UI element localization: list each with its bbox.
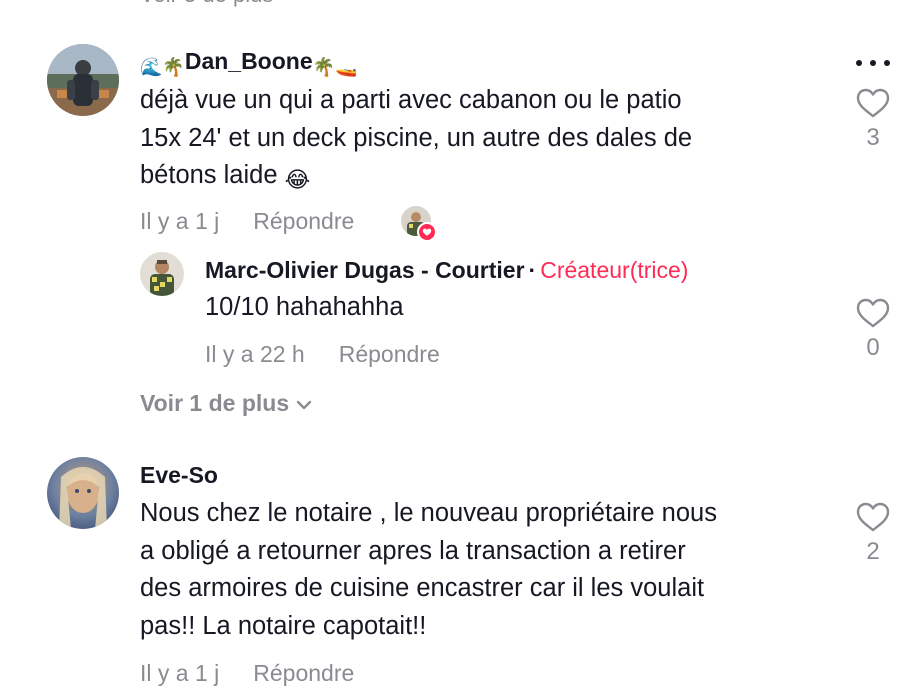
avatar[interactable] bbox=[47, 457, 119, 529]
see-more-label: Voir 1 de plus bbox=[140, 390, 290, 416]
comment-text-line: a obligé a retourner apres la transactio… bbox=[140, 536, 686, 565]
reply-username[interactable]: Marc-Olivier Dugas - Courtier bbox=[205, 257, 525, 283]
like-button[interactable]: 2 bbox=[853, 502, 893, 566]
laughing-emoji: 😂 bbox=[284, 167, 311, 192]
heart-outline-icon bbox=[856, 502, 890, 532]
username-suffix-emoji: 🌴🚤 bbox=[312, 57, 358, 77]
separator-dot: · bbox=[528, 257, 537, 283]
chevron-down-icon bbox=[296, 400, 312, 410]
like-button[interactable]: 3 bbox=[853, 88, 893, 152]
heart-outline-icon bbox=[856, 298, 890, 328]
comment-text: Nous chez le notaire , le nouveau propri… bbox=[140, 495, 717, 645]
reply-timestamp: Il y a 22 h bbox=[205, 341, 305, 367]
creator-liked-indicator bbox=[401, 206, 437, 242]
like-button[interactable]: 0 bbox=[853, 298, 893, 362]
comment-text-line: pas!! La notaire capotait!! bbox=[140, 611, 427, 640]
comment-item: 🌊🌴Dan_Boone🌴🚤 déjà vue un qui a parti av… bbox=[0, 0, 916, 440]
comment-username[interactable]: Eve-So bbox=[140, 462, 218, 489]
reply-text: 10/10 hahahahha bbox=[205, 293, 404, 321]
reply-button[interactable]: Répondre bbox=[253, 660, 354, 686]
heart-outline-icon bbox=[856, 88, 890, 118]
reply-button[interactable]: Répondre bbox=[339, 341, 440, 367]
avatar[interactable] bbox=[140, 252, 184, 296]
comment-text-line: Nous chez le notaire , le nouveau propri… bbox=[140, 499, 717, 527]
creator-badge: Créateur(trice) bbox=[540, 257, 689, 283]
comment-text-line: déjà vue un qui a parti avec cabanon ou … bbox=[140, 86, 682, 114]
like-count: 3 bbox=[866, 124, 880, 151]
reply-username-line: Marc-Olivier Dugas - Courtier · Créateur(t… bbox=[205, 257, 688, 284]
see-more-replies-button[interactable]: Voir 1 de plus bbox=[140, 390, 313, 417]
username-text: Dan_Boone bbox=[184, 48, 313, 74]
reply-meta: Il y a 22 h Répondre bbox=[205, 341, 440, 368]
comment-text-line: des armoires de cuisine encastrer car il… bbox=[140, 574, 705, 602]
comment-timestamp: Il y a 1 j bbox=[140, 660, 220, 686]
comment-meta: Il y a 1 j Répondre bbox=[140, 208, 354, 235]
comment-item: Eve-So Nous chez le notaire , le nouveau… bbox=[0, 440, 916, 698]
comment-meta: Il y a 1 j Répondre bbox=[140, 660, 354, 687]
like-count: 0 bbox=[866, 334, 880, 361]
like-count: 2 bbox=[866, 538, 880, 565]
reply-button[interactable]: Répondre bbox=[253, 208, 354, 234]
comment-text-line: bétons laide 😂 bbox=[140, 157, 692, 199]
avatar[interactable] bbox=[47, 44, 119, 116]
username-prefix-emoji: 🌊🌴 bbox=[140, 57, 185, 77]
comment-username[interactable]: 🌊🌴Dan_Boone🌴🚤 bbox=[140, 48, 357, 78]
heart-badge-icon bbox=[417, 222, 437, 242]
comment-text-line: 15x 24' et un deck piscine, un autre des… bbox=[140, 123, 693, 152]
comment-timestamp: Il y a 1 j bbox=[140, 208, 220, 234]
comment-text: déjà vue un qui a parti avec cabanon ou … bbox=[140, 82, 692, 199]
